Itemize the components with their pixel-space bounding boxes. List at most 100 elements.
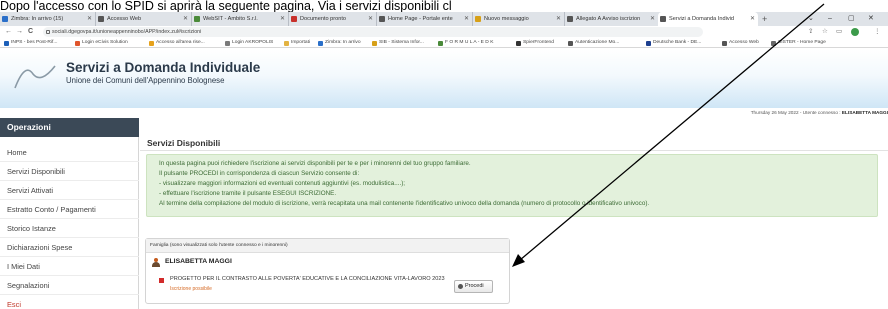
user-info: Thursday 26 May 2022 - Utente connesso :… bbox=[751, 108, 888, 118]
browser-tab[interactable]: Allegato A Avviso iscrizion ✕ bbox=[564, 12, 658, 26]
info-box: In questa pagina puoi richiedere l'iscri… bbox=[146, 154, 878, 217]
browser-tab[interactable]: Accesso Web ✕ bbox=[95, 12, 191, 26]
close-icon[interactable]: ✕ bbox=[280, 12, 285, 26]
bookmark[interactable]: Importati bbox=[284, 38, 310, 48]
bookmark[interactable]: F O R M U L A - E D K bbox=[438, 38, 493, 48]
close-icon[interactable]: ✕ bbox=[464, 12, 469, 26]
bookmark-label: Accesso all'area rise... bbox=[156, 40, 205, 45]
main-content: Servizi Disponibili In questa pagina puo… bbox=[140, 118, 888, 309]
sidebar-heading: Operazioni bbox=[0, 118, 139, 137]
sidebar-item-dichiarazioni-spese[interactable]: Dichiarazioni Spese bbox=[0, 238, 139, 257]
sidebar-item-home[interactable]: Home bbox=[0, 143, 139, 162]
bookmark-label: Autenticazione Mo... bbox=[575, 40, 620, 45]
bookmark-label: Login eCivis Solution bbox=[82, 40, 128, 45]
info-line: - visualizzare maggiori informazioni ed … bbox=[159, 180, 406, 187]
bookmark-icon bbox=[318, 41, 323, 46]
close-icon[interactable]: ✕ bbox=[183, 12, 188, 26]
browser-tab-active[interactable]: Servizi a Domanda Individ ✕ bbox=[658, 12, 758, 26]
bookmark[interactable]: SISTER - Home Page bbox=[771, 38, 826, 48]
bookmark[interactable]: Login AKROPOLIS bbox=[225, 38, 273, 48]
page-title: Servizi a Domanda Individuale bbox=[66, 60, 261, 75]
sidebar-item-miei-dati[interactable]: I Miei Dati bbox=[0, 257, 139, 276]
forward-button[interactable]: → bbox=[16, 26, 23, 38]
close-icon[interactable]: ✕ bbox=[750, 12, 755, 26]
browser-tab-bar: Zimbra: In arrivo (15) ✕ Accesso Web ✕ W… bbox=[0, 12, 888, 26]
maximize-button[interactable]: ▢ bbox=[848, 12, 855, 26]
url-field[interactable]: sociali.dgegovpa.it/unioneappenninobo/AP… bbox=[43, 27, 703, 37]
gear-icon bbox=[458, 284, 463, 289]
bookmark-icon bbox=[149, 41, 154, 46]
sidebar-item-estratto-conto[interactable]: Estratto Conto / Pagamenti bbox=[0, 200, 139, 219]
bookmark[interactable]: Zimbra: In arrivo bbox=[318, 38, 361, 48]
user-icon bbox=[152, 258, 160, 267]
close-icon[interactable]: ✕ bbox=[650, 12, 655, 26]
avatar[interactable] bbox=[851, 28, 859, 36]
back-button[interactable]: ← bbox=[5, 26, 12, 38]
section-title: Servizi Disponibili bbox=[147, 138, 221, 148]
more-icon[interactable]: ⋮ bbox=[874, 26, 881, 38]
bookmark[interactable]: Login eCivis Solution bbox=[75, 38, 128, 48]
close-icon[interactable]: ✕ bbox=[87, 12, 92, 26]
new-tab-button[interactable]: + bbox=[762, 12, 767, 26]
sidebar-item-servizi-attivati[interactable]: Servizi Attivati bbox=[0, 181, 139, 200]
bookmark-icon bbox=[372, 41, 377, 46]
bookmark-label: SpierFrontend bbox=[523, 40, 554, 45]
sidebar-item-esci[interactable]: Esci bbox=[0, 295, 139, 309]
mail-icon bbox=[475, 16, 481, 22]
share-icon[interactable]: ⇪ bbox=[808, 26, 813, 38]
chevron-down-icon[interactable]: ⌄ bbox=[808, 12, 814, 26]
browser-tab[interactable]: Home Page - Portale ente ✕ bbox=[376, 12, 472, 26]
bookmark-label: Importati bbox=[291, 40, 311, 45]
family-panel: Famiglia (sono visualizzati solo l'utent… bbox=[145, 238, 510, 304]
bookmark-label: SISTER - Home Page bbox=[778, 40, 826, 45]
member-name: ELISABETTA MAGGI bbox=[165, 258, 232, 265]
sidepanel-icon[interactable]: ▭ bbox=[836, 26, 842, 38]
bookmark[interactable]: Deutsche Bank - DE... bbox=[646, 38, 701, 48]
sidebar-item-segnalazioni[interactable]: Segnalazioni bbox=[0, 276, 139, 295]
tab-label: Documento pronto bbox=[300, 16, 347, 22]
address-bar: ← → C sociali.dgegovpa.it/unioneappennin… bbox=[0, 26, 888, 38]
bookmark[interactable]: Accesso Web bbox=[722, 38, 759, 48]
browser-tab[interactable]: WebSIT - Ambito S.r.l. ✕ bbox=[191, 12, 288, 26]
info-line: - effettuare l'iscrizione tramite il pul… bbox=[159, 190, 337, 197]
pdf-icon bbox=[291, 16, 297, 22]
bookmark-icon bbox=[75, 41, 80, 46]
bookmark[interactable]: SIB - Sistema Infor... bbox=[372, 38, 424, 48]
close-icon[interactable]: ✕ bbox=[556, 12, 561, 26]
star-icon[interactable]: ☆ bbox=[822, 26, 828, 38]
bookmark[interactable]: Accesso all'area rise... bbox=[149, 38, 205, 48]
minimize-button[interactable]: – bbox=[828, 12, 832, 26]
family-heading: Famiglia (sono visualizzati solo l'utent… bbox=[146, 239, 509, 253]
app-header: Servizi a Domanda Individuale Unione dei… bbox=[0, 49, 888, 108]
sidebar: Operazioni Home Servizi Disponibili Serv… bbox=[0, 118, 139, 309]
close-window-button[interactable]: ✕ bbox=[868, 12, 874, 26]
globe-icon bbox=[379, 16, 385, 22]
bookmark[interactable]: SpierFrontend bbox=[516, 38, 554, 48]
proceed-button[interactable]: Procedi bbox=[454, 280, 493, 293]
bookmark-label: SIB - Sistema Infor... bbox=[379, 40, 424, 45]
logo bbox=[14, 65, 56, 89]
globe-icon bbox=[98, 16, 104, 22]
bookmark-icon bbox=[4, 41, 9, 46]
reload-button[interactable]: C bbox=[28, 26, 33, 38]
bookmark-label: Accesso Web bbox=[729, 40, 759, 45]
sidebar-item-servizi-disponibili[interactable]: Servizi Disponibili bbox=[0, 162, 139, 181]
tab-label: Allegato A Avviso iscrizion bbox=[576, 16, 641, 22]
globe-icon bbox=[567, 16, 573, 22]
sidebar-item-storico-istanze[interactable]: Storico Istanze bbox=[0, 219, 139, 238]
browser-tab[interactable]: Zimbra: In arrivo (15) ✕ bbox=[0, 12, 95, 26]
browser-tab[interactable]: Documento pronto ✕ bbox=[288, 12, 376, 26]
bookmark-icon bbox=[225, 41, 230, 46]
info-line: Al termine della compilazione del modulo… bbox=[159, 200, 650, 207]
bookmark-label: Zimbra: In arrivo bbox=[325, 40, 361, 45]
browser-tab[interactable]: Nuovo messaggio ✕ bbox=[472, 12, 564, 26]
date-text: Thursday 26 May 2022 - Utente connesso : bbox=[750, 110, 841, 115]
bookmark[interactable]: INPS - bes Post-Rif... bbox=[4, 38, 57, 48]
bookmark[interactable]: Autenticazione Mo... bbox=[568, 38, 619, 48]
close-icon[interactable]: ✕ bbox=[368, 12, 373, 26]
service-bullet-icon bbox=[159, 278, 164, 283]
screenshot: Zimbra: In arrivo (15) ✕ Accesso Web ✕ W… bbox=[0, 12, 888, 309]
bookmark-icon bbox=[284, 41, 289, 46]
bookmark-icon bbox=[771, 41, 776, 46]
bookmark-icon bbox=[516, 41, 521, 46]
